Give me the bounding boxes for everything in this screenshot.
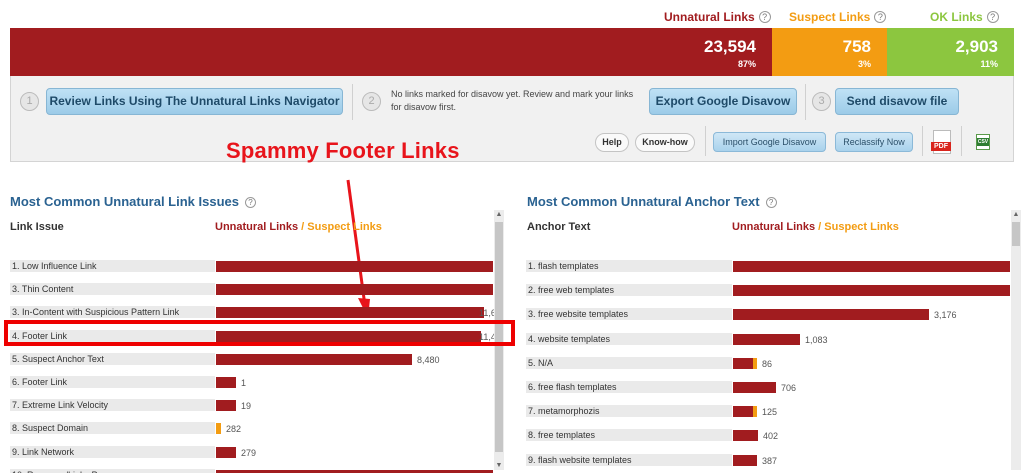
left-section-title: Most Common Unnatural Link Issues? <box>10 194 256 209</box>
row-label[interactable]: 5. Suspect Anchor Text <box>10 352 215 365</box>
unnatural-bar[interactable] <box>733 261 1010 272</box>
unnatural-bar[interactable] <box>216 261 493 272</box>
unnatural-bar[interactable] <box>733 309 929 321</box>
unnatural-bar[interactable] <box>733 430 758 442</box>
right-section-title-text: Most Common Unnatural Anchor Text <box>527 194 760 209</box>
left-col-sep: / <box>298 221 308 233</box>
unnatural-bar[interactable] <box>733 382 776 393</box>
unnatural-bar[interactable] <box>216 307 484 319</box>
suspect-bar[interactable] <box>753 357 757 369</box>
help-icon[interactable]: ? <box>244 197 256 208</box>
row-label[interactable]: 8. Suspect Domain <box>10 422 215 435</box>
unnatural-bar[interactable] <box>733 454 757 466</box>
right-scrollbar[interactable] <box>1011 210 1021 470</box>
bar-value: 387 <box>762 455 778 466</box>
bar-value: 125 <box>762 407 778 418</box>
row-label[interactable]: 2. free web templates <box>526 284 732 297</box>
row-label[interactable]: 1. flash templates <box>526 260 732 272</box>
bar-value: 402 <box>763 431 779 442</box>
unnatural-bar[interactable] <box>216 377 236 388</box>
right-scroll-thumb[interactable] <box>1012 222 1020 246</box>
unnatural-bar[interactable] <box>216 353 412 365</box>
row-label[interactable]: 9. flash website templates <box>526 453 732 466</box>
left-col-suspect[interactable]: Suspect Links <box>307 221 382 233</box>
bar-value: 86 <box>762 358 773 369</box>
scroll-up-icon[interactable]: ▲ <box>494 210 504 219</box>
bar-value: 1,083 <box>805 334 828 345</box>
right-col-suspect[interactable]: Suspect Links <box>824 221 899 233</box>
unnatural-bar[interactable] <box>733 406 753 418</box>
right-col-sep: / <box>815 221 825 233</box>
left-section-title-text: Most Common Unnatural Link Issues <box>10 194 239 209</box>
row-label[interactable]: 1. Low Influence Link <box>10 260 215 272</box>
left-col-label: Link Issue <box>10 221 64 233</box>
suspect-bar[interactable] <box>753 406 757 418</box>
unnatural-bar[interactable] <box>733 357 753 369</box>
unnatural-bar[interactable] <box>216 446 236 458</box>
bar-value: 279 <box>241 447 257 458</box>
unnatural-bar[interactable] <box>216 284 493 296</box>
row-label[interactable]: 3. Thin Content <box>10 283 215 296</box>
bar-value: 706 <box>781 383 797 393</box>
suspect-bar[interactable] <box>216 423 221 435</box>
bar-value: 1 <box>241 378 247 388</box>
right-col-metric: Unnatural Links / Suspect Links <box>732 221 899 233</box>
row-label[interactable]: 6. free flash templates <box>526 381 732 393</box>
left-col-unnatural[interactable]: Unnatural Links <box>215 221 298 233</box>
bar-value: 19 <box>241 401 252 412</box>
bar-value: 3,176 <box>934 310 957 321</box>
row-label[interactable]: 7. Extreme Link Velocity <box>10 399 215 412</box>
left-col-metric: Unnatural Links / Suspect Links <box>215 221 382 233</box>
row-label[interactable]: 9. Link Network <box>10 445 215 458</box>
row-label[interactable]: 3. free website templates <box>526 308 732 321</box>
row-label[interactable]: 5. N/A <box>526 356 732 369</box>
scroll-up-icon[interactable]: ▲ <box>1011 210 1021 219</box>
page: Unnatural Links? Suspect Links? OK Links… <box>0 0 1024 473</box>
row-label[interactable]: 7. metamorphozis <box>526 405 732 418</box>
right-col-unnatural[interactable]: Unnatural Links <box>732 221 815 233</box>
row-label[interactable]: 10. Resource/Links Page <box>10 468 215 473</box>
footer-link-highlight <box>4 320 515 346</box>
right-section-title: Most Common Unnatural Anchor Text? <box>527 194 777 209</box>
bar-value: 282 <box>226 424 242 435</box>
right-col-label: Anchor Text <box>527 221 591 233</box>
unnatural-bar[interactable] <box>733 285 1010 297</box>
unnatural-bar[interactable] <box>733 333 800 345</box>
unnatural-bar[interactable] <box>216 400 236 412</box>
scroll-down-icon[interactable]: ▼ <box>494 461 504 470</box>
help-icon[interactable]: ? <box>765 197 777 208</box>
row-label[interactable]: 8. free templates <box>526 429 732 442</box>
bar-value: 8,480 <box>417 354 440 365</box>
row-label[interactable]: 3. In-Content with Suspicious Pattern Li… <box>10 306 215 319</box>
row-label[interactable]: 6. Footer Link <box>10 376 215 388</box>
row-label[interactable]: 4. website templates <box>526 332 732 345</box>
